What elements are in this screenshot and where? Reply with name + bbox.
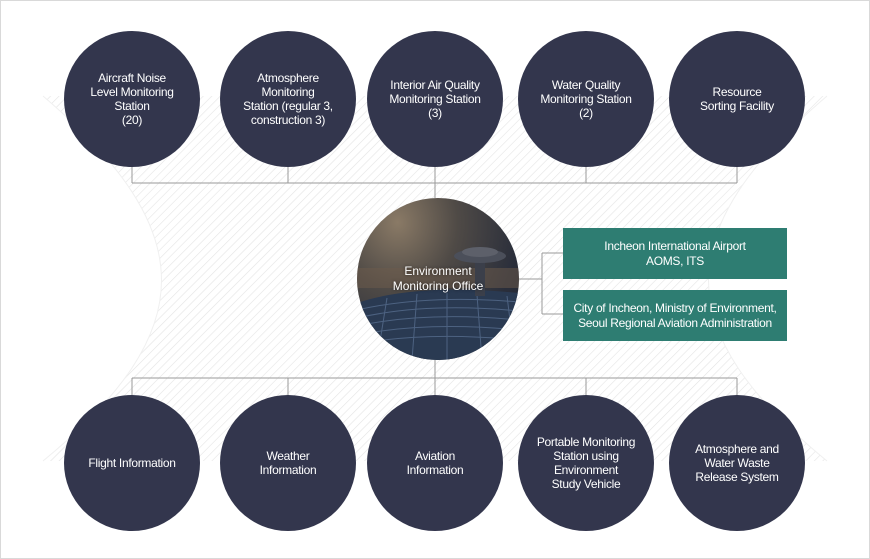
node-flight-information: Flight Information <box>64 395 200 531</box>
node-aircraft-noise-monitoring: Aircraft Noise Level Monitoring Station … <box>64 31 200 167</box>
node-portable-monitoring-station: Portable Monitoring Station using Enviro… <box>518 395 654 531</box>
box-government-agencies: City of Incheon, Ministry of Environment… <box>563 290 787 341</box>
node-release-system: Atmosphere and Water Waste Release Syste… <box>669 395 805 531</box>
center-node-label: Environment Monitoring Office <box>392 264 484 293</box>
node-interior-air-quality: Interior Air Quality Monitoring Station … <box>367 31 503 167</box>
node-aviation-information: Aviation Information <box>367 395 503 531</box>
box-incheon-airport-aoms: Incheon International Airport AOMS, ITS <box>563 228 787 279</box>
diagram-canvas: Aircraft Noise Level Monitoring Station … <box>0 0 870 559</box>
node-atmosphere-monitoring: Atmosphere Monitoring Station (regular 3… <box>220 31 356 167</box>
node-environment-monitoring-office: Environment Monitoring Office <box>357 198 519 360</box>
node-weather-information: Weather Information <box>220 395 356 531</box>
node-water-quality: Water Quality Monitoring Station (2) <box>518 31 654 167</box>
node-resource-sorting: Resource Sorting Facility <box>669 31 805 167</box>
